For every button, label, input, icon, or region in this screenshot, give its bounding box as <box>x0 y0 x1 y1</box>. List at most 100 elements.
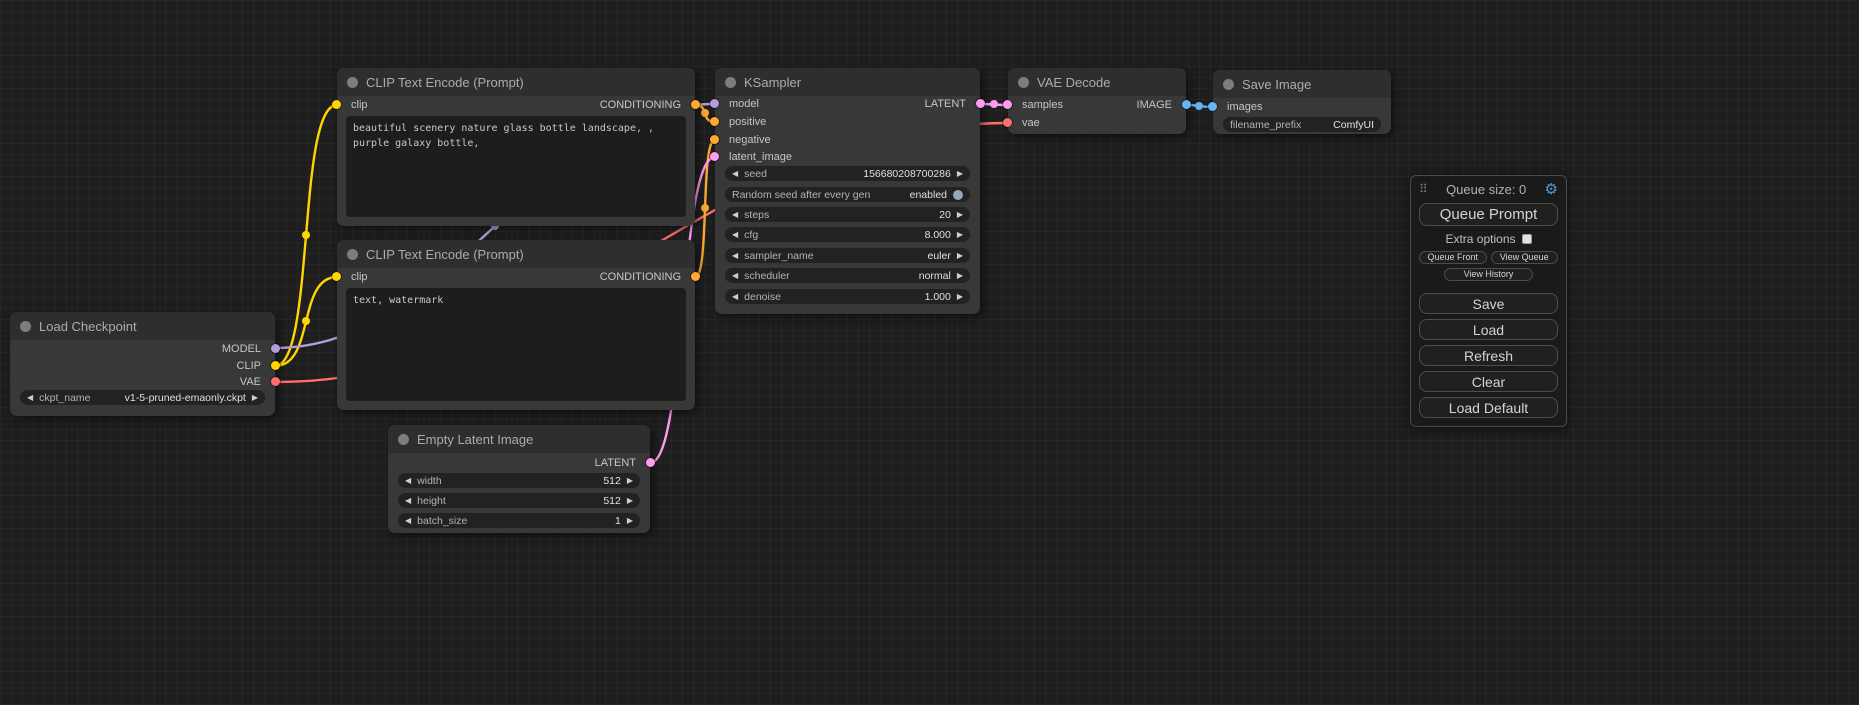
input-slot-clip[interactable] <box>332 272 341 281</box>
widget-steps[interactable]: ◀ steps 20 ▶ <box>725 207 970 222</box>
extra-options-checkbox[interactable] <box>1522 234 1532 244</box>
prompt-textarea[interactable]: text, watermark <box>346 288 686 401</box>
drag-handle-icon[interactable]: ⠿ <box>1419 182 1428 196</box>
input-slot-model[interactable] <box>710 99 719 108</box>
node-clip-text-encode-negative[interactable]: CLIP Text Encode (Prompt) clip CONDITION… <box>337 240 695 410</box>
node-header[interactable]: CLIP Text Encode (Prompt) <box>337 68 695 96</box>
widget-denoise[interactable]: ◀ denoise 1.000 ▶ <box>725 289 970 304</box>
output-label-model: MODEL <box>222 342 261 356</box>
queue-size-label: Queue size: 0 <box>1428 182 1545 197</box>
increment-icon[interactable]: ▶ <box>957 252 963 260</box>
decrement-icon[interactable]: ◀ <box>27 394 33 402</box>
node-header[interactable]: Load Checkpoint <box>10 312 275 340</box>
output-slot-conditioning[interactable] <box>691 272 700 281</box>
view-queue-button[interactable]: View Queue <box>1491 251 1559 264</box>
widget-value: 1 <box>615 515 621 527</box>
collapse-dot-icon[interactable] <box>1223 79 1234 90</box>
input-slot-vae[interactable] <box>1003 118 1012 127</box>
widget-value: 8.000 <box>925 229 951 241</box>
decrement-icon[interactable]: ◀ <box>405 477 411 485</box>
node-graph-canvas[interactable]: Load Checkpoint MODEL CLIP VAE ◀ ckpt_na… <box>0 0 1859 705</box>
increment-icon[interactable]: ▶ <box>627 477 633 485</box>
increment-icon[interactable]: ▶ <box>957 211 963 219</box>
output-slot-latent[interactable] <box>976 99 985 108</box>
queue-menu-panel[interactable]: ⠿ Queue size: 0 ⚙ Queue Prompt Extra opt… <box>1410 175 1567 427</box>
widget-sampler-name[interactable]: ◀ sampler_name euler ▶ <box>725 248 970 263</box>
node-title: CLIP Text Encode (Prompt) <box>366 75 524 90</box>
widget-random-seed-toggle[interactable]: Random seed after every gen enabled <box>725 187 970 202</box>
output-slot-latent[interactable] <box>646 458 655 467</box>
widget-height[interactable]: ◀ height 512 ▶ <box>398 493 640 508</box>
node-header[interactable]: VAE Decode <box>1008 68 1186 96</box>
collapse-dot-icon[interactable] <box>398 434 409 445</box>
decrement-icon[interactable]: ◀ <box>732 211 738 219</box>
decrement-icon[interactable]: ◀ <box>732 231 738 239</box>
input-slot-clip[interactable] <box>332 100 341 109</box>
output-slot-model[interactable] <box>271 344 280 353</box>
collapse-dot-icon[interactable] <box>725 77 736 88</box>
node-clip-text-encode-positive[interactable]: CLIP Text Encode (Prompt) clip CONDITION… <box>337 68 695 226</box>
collapse-dot-icon[interactable] <box>20 321 31 332</box>
view-history-button[interactable]: View History <box>1444 268 1533 281</box>
increment-icon[interactable]: ▶ <box>252 394 258 402</box>
input-slot-latent-image[interactable] <box>710 152 719 161</box>
decrement-icon[interactable]: ◀ <box>732 170 738 178</box>
input-label-images: images <box>1227 100 1262 114</box>
widget-label: height <box>417 495 446 507</box>
input-slot-samples[interactable] <box>1003 100 1012 109</box>
queue-front-button[interactable]: Queue Front <box>1419 251 1487 264</box>
node-header[interactable]: CLIP Text Encode (Prompt) <box>337 240 695 268</box>
decrement-icon[interactable]: ◀ <box>732 272 738 280</box>
decrement-icon[interactable]: ◀ <box>405 497 411 505</box>
widget-scheduler[interactable]: ◀ scheduler normal ▶ <box>725 268 970 283</box>
node-header[interactable]: KSampler <box>715 68 980 96</box>
increment-icon[interactable]: ▶ <box>957 170 963 178</box>
node-empty-latent-image[interactable]: Empty Latent Image LATENT ◀ width 512 ▶ … <box>388 425 650 533</box>
widget-label: width <box>417 475 442 487</box>
node-save-image[interactable]: Save Image images filename_prefix ComfyU… <box>1213 70 1391 134</box>
prompt-textarea[interactable]: beautiful scenery nature glass bottle la… <box>346 116 686 217</box>
widget-width[interactable]: ◀ width 512 ▶ <box>398 473 640 488</box>
input-slot-images[interactable] <box>1208 102 1217 111</box>
node-load-checkpoint[interactable]: Load Checkpoint MODEL CLIP VAE ◀ ckpt_na… <box>10 312 275 416</box>
increment-icon[interactable]: ▶ <box>957 272 963 280</box>
output-slot-vae[interactable] <box>271 377 280 386</box>
collapse-dot-icon[interactable] <box>347 249 358 260</box>
node-vae-decode[interactable]: VAE Decode samples vae IMAGE <box>1008 68 1186 134</box>
clear-button[interactable]: Clear <box>1419 371 1558 392</box>
input-slot-positive[interactable] <box>710 117 719 126</box>
output-slot-image[interactable] <box>1182 100 1191 109</box>
load-button[interactable]: Load <box>1419 319 1558 340</box>
widget-ckpt-name[interactable]: ◀ ckpt_name v1-5-pruned-emaonly.ckpt ▶ <box>20 390 265 405</box>
save-button[interactable]: Save <box>1419 293 1558 314</box>
widget-filename-prefix[interactable]: filename_prefix ComfyUI <box>1223 117 1381 132</box>
node-header[interactable]: Empty Latent Image <box>388 425 650 453</box>
node-ksampler[interactable]: KSampler model positive negative latent_… <box>715 68 980 314</box>
collapse-dot-icon[interactable] <box>347 77 358 88</box>
decrement-icon[interactable]: ◀ <box>405 517 411 525</box>
node-header[interactable]: Save Image <box>1213 70 1391 98</box>
widget-seed[interactable]: ◀ seed 156680208700286 ▶ <box>725 166 970 181</box>
decrement-icon[interactable]: ◀ <box>732 293 738 301</box>
increment-icon[interactable]: ▶ <box>627 497 633 505</box>
extra-options-row: Extra options <box>1419 232 1558 246</box>
node-title: VAE Decode <box>1037 75 1110 90</box>
increment-icon[interactable]: ▶ <box>957 293 963 301</box>
widget-label: scheduler <box>744 270 790 282</box>
link-midpoint-dot <box>990 100 998 108</box>
collapse-dot-icon[interactable] <box>1018 77 1029 88</box>
increment-icon[interactable]: ▶ <box>957 231 963 239</box>
queue-prompt-button[interactable]: Queue Prompt <box>1419 203 1558 226</box>
widget-cfg[interactable]: ◀ cfg 8.000 ▶ <box>725 227 970 242</box>
output-slot-conditioning[interactable] <box>691 100 700 109</box>
toggle-knob[interactable] <box>953 190 963 200</box>
settings-gear-icon[interactable]: ⚙ <box>1545 182 1558 197</box>
increment-icon[interactable]: ▶ <box>627 517 633 525</box>
refresh-button[interactable]: Refresh <box>1419 345 1558 366</box>
widget-batch-size[interactable]: ◀ batch_size 1 ▶ <box>398 513 640 528</box>
widget-value: euler <box>927 250 950 262</box>
output-slot-clip[interactable] <box>271 361 280 370</box>
load-default-button[interactable]: Load Default <box>1419 397 1558 418</box>
decrement-icon[interactable]: ◀ <box>732 252 738 260</box>
input-slot-negative[interactable] <box>710 135 719 144</box>
